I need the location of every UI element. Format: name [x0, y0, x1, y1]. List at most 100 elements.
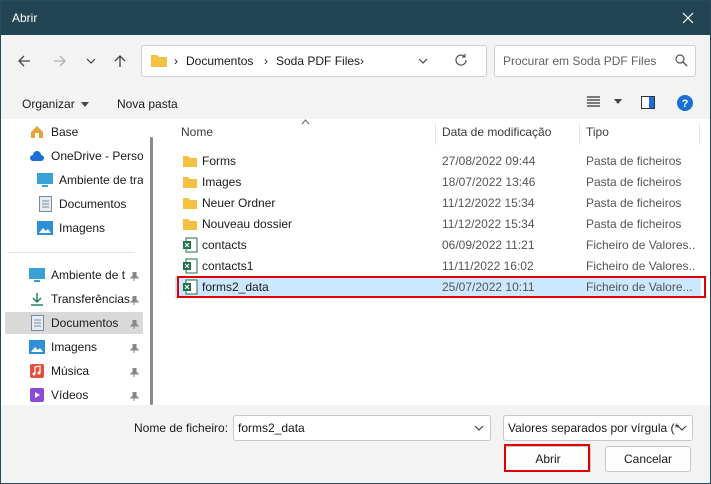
organize-menu-button[interactable]: Organizar	[22, 97, 89, 111]
file-list[interactable]: Nome Data de modificação Tipo Forms 27/0…	[163, 119, 710, 405]
sidebar-item-label: Ambiente de tra	[59, 173, 143, 187]
file-type: Ficheiro de Valores...	[586, 238, 696, 252]
file-row-nouveau-dossier[interactable]: Nouveau dossier 11/12/2022 15:34 Pasta d…	[175, 214, 701, 234]
filename-input[interactable]: forms2_data	[233, 415, 491, 441]
main-area: Base OneDrive - Perso Ambiente de tra Do…	[1, 119, 710, 405]
file-row-images[interactable]: Images 18/07/2022 13:46 Pasta de ficheir…	[175, 172, 701, 192]
chevron-down-icon[interactable]	[474, 424, 484, 432]
file-name: contacts1	[202, 259, 254, 273]
file-type: Pasta de ficheiros	[586, 175, 682, 189]
sidebar-item-documents[interactable]: Documentos	[5, 312, 143, 334]
open-file-dialog: Abrir › Documentos › Soda PDF Files › Pr…	[0, 0, 711, 484]
up-button[interactable]	[108, 49, 132, 73]
refresh-icon	[455, 54, 467, 66]
file-date: 18/07/2022 13:46	[442, 175, 536, 189]
chevron-down-icon	[418, 58, 428, 64]
sidebar-item-label: Imagens	[51, 340, 98, 354]
preview-pane-icon	[641, 96, 655, 109]
sidebar-item-images[interactable]: Imagens	[5, 336, 143, 358]
sidebar-scrollbar[interactable]	[150, 137, 153, 405]
sidebar-item-label: Música	[51, 364, 90, 378]
sidebar-item-downloads[interactable]: Transferências	[5, 288, 143, 310]
caret-down-icon	[614, 99, 622, 104]
file-name: Neuer Ordner	[202, 196, 276, 210]
desktop-icon	[37, 172, 53, 188]
organize-label: Organizar	[22, 97, 75, 111]
cancel-button[interactable]: Cancelar	[605, 446, 691, 472]
file-row-contacts[interactable]: contacts 06/09/2022 11:21 Ficheiro de Va…	[175, 235, 701, 255]
svg-text:?: ?	[682, 98, 689, 110]
sidebar-item-desktop[interactable]: Ambiente de t	[5, 264, 143, 286]
title-bar: Abrir	[1, 1, 710, 35]
arrow-up-icon	[114, 55, 126, 67]
chevron-down-icon	[86, 58, 96, 64]
address-bar[interactable]: › Documentos › Soda PDF Files ›	[141, 45, 487, 77]
breadcrumb-documentos[interactable]: Documentos	[186, 54, 253, 68]
filename-value: forms2_data	[238, 421, 305, 435]
sort-ascending-icon	[301, 119, 310, 125]
column-divider[interactable]	[699, 123, 700, 145]
file-type-select[interactable]: Valores separados por vírgula (*	[503, 415, 693, 441]
file-name: Forms	[202, 154, 236, 168]
close-icon	[682, 12, 694, 24]
sidebar-item-documents-onedrive[interactable]: Documentos	[5, 193, 143, 215]
dialog-title: Abrir	[12, 11, 38, 25]
file-type: Ficheiro de Valores...	[586, 259, 696, 273]
breadcrumb-soda-pdf-files[interactable]: Soda PDF Files	[276, 54, 360, 68]
file-name: contacts	[202, 238, 247, 252]
sidebar-item-videos[interactable]: Vídeos	[5, 384, 143, 406]
folder-icon	[183, 156, 197, 167]
file-row-contacts1[interactable]: contacts1 11/11/2022 16:02 Ficheiro de V…	[175, 256, 701, 276]
sidebar-item-label: Vídeos	[51, 388, 89, 402]
file-date: 11/11/2022 16:02	[442, 259, 534, 273]
sidebar-item-music[interactable]: Música	[5, 360, 143, 382]
download-icon	[29, 291, 45, 307]
pin-icon	[129, 270, 140, 284]
refresh-button[interactable]	[454, 53, 468, 70]
sidebar-item-label: Base	[51, 125, 79, 139]
image-icon	[37, 220, 53, 236]
preview-pane-button[interactable]	[641, 96, 655, 112]
pin-icon	[129, 390, 140, 404]
column-header-date[interactable]: Data de modificação	[442, 125, 551, 139]
document-icon	[37, 196, 53, 212]
pin-icon	[129, 366, 140, 380]
cloud-icon	[29, 148, 45, 164]
search-input[interactable]: Procurar em Soda PDF Files	[494, 45, 696, 77]
document-icon	[29, 315, 45, 331]
address-history-button[interactable]	[418, 55, 428, 69]
column-divider[interactable]	[435, 123, 436, 145]
help-icon: ?	[677, 95, 693, 111]
file-date: 11/12/2022 15:34	[442, 217, 535, 231]
new-folder-button[interactable]: Nova pasta	[117, 97, 178, 111]
excel-csv-icon	[183, 237, 198, 253]
search-icon	[675, 54, 688, 67]
file-row-neuer-ordner[interactable]: Neuer Ordner 11/12/2022 15:34 Pasta de f…	[175, 193, 701, 213]
sidebar-item-onedrive[interactable]: OneDrive - Perso	[5, 145, 143, 167]
column-divider[interactable]	[579, 123, 580, 145]
video-icon	[29, 387, 45, 403]
close-button[interactable]	[666, 1, 710, 35]
sidebar-divider	[7, 252, 135, 253]
forward-button[interactable]	[48, 49, 72, 73]
navigation-pane[interactable]: Base OneDrive - Perso Ambiente de tra Do…	[1, 119, 161, 405]
sidebar-item-desktop-onedrive[interactable]: Ambiente de tra	[5, 169, 143, 191]
back-button[interactable]	[12, 49, 36, 73]
arrow-left-icon	[18, 55, 30, 67]
file-row-forms[interactable]: Forms 27/08/2022 09:44 Pasta de ficheiro…	[175, 151, 701, 171]
excel-csv-icon	[183, 258, 198, 274]
help-button[interactable]: ?	[677, 95, 693, 114]
command-bar: Organizar Nova pasta ?	[1, 87, 710, 119]
column-header-type[interactable]: Tipo	[586, 125, 609, 139]
file-date: 11/12/2022 15:34	[442, 196, 535, 210]
file-type: Pasta de ficheiros	[586, 196, 682, 210]
sidebar-item-label: OneDrive - Perso	[51, 149, 143, 163]
sidebar-item-images-onedrive[interactable]: Imagens	[5, 217, 143, 239]
column-header-name[interactable]: Nome	[181, 125, 213, 139]
arrow-right-icon	[54, 55, 66, 67]
recent-locations-button[interactable]	[79, 49, 103, 73]
breadcrumb-separator-icon: ›	[264, 54, 268, 68]
sidebar-item-base[interactable]: Base	[5, 121, 143, 143]
pin-icon	[129, 318, 140, 332]
view-options-button[interactable]	[587, 96, 622, 107]
